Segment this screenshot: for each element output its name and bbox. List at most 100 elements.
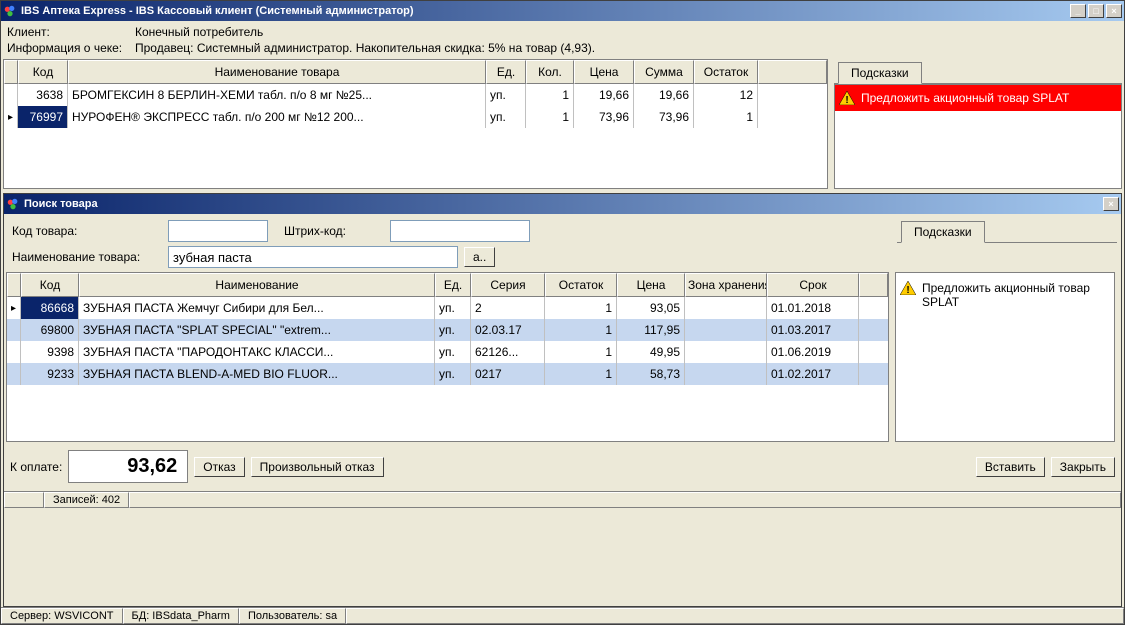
scol-rest[interactable]: Остаток [545, 273, 617, 297]
table-row[interactable]: 9398ЗУБНАЯ ПАСТА "ПАРОДОНТАКС КЛАССИ...у… [7, 341, 888, 363]
cell-rest: 1 [545, 297, 617, 319]
cell-code: 9398 [21, 341, 79, 363]
scol-exp[interactable]: Срок [767, 273, 859, 297]
maximize-button[interactable]: □ [1088, 4, 1104, 18]
cell-price: 19,66 [574, 84, 634, 106]
table-row[interactable]: 69800ЗУБНАЯ ПАСТА "SPLAT SPECIAL" "extre… [7, 319, 888, 341]
barcode-label: Штрих-код: [284, 224, 384, 238]
status-server: Сервер: WSVICONT [1, 608, 123, 624]
scol-indicator [7, 273, 21, 297]
col-qty[interactable]: Кол. [526, 60, 574, 84]
scol-price[interactable]: Цена [617, 273, 685, 297]
cell-sum: 73,96 [634, 106, 694, 128]
insert-button[interactable]: Вставить [976, 457, 1045, 477]
svg-text:!: ! [845, 95, 848, 105]
col-code[interactable]: Код [18, 60, 68, 84]
cell-series: 0217 [471, 363, 545, 385]
cell-name: ЗУБНАЯ ПАСТА Жемчуг Сибири для Бел... [79, 297, 435, 319]
table-row[interactable]: 86668ЗУБНАЯ ПАСТА Жемчуг Сибири для Бел.… [7, 297, 888, 319]
scol-code[interactable]: Код [21, 273, 79, 297]
cell-unit: уп. [435, 363, 471, 385]
search-titlebar[interactable]: Поиск товара × [4, 194, 1121, 214]
cell-zone [685, 297, 767, 319]
scol-series[interactable]: Серия [471, 273, 545, 297]
cell-zone [685, 363, 767, 385]
hint-yellow[interactable]: ! Предложить акционный товар SPLAT [898, 277, 1112, 313]
hints-panel-search: Подсказки [897, 218, 1117, 272]
col-name[interactable]: Наименование товара [68, 60, 486, 84]
row-indicator [7, 297, 21, 319]
col-indicator [4, 60, 18, 84]
col-unit[interactable]: Ед. [486, 60, 526, 84]
cell-name: ЗУБНАЯ ПАСТА "SPLAT SPECIAL" "extrem... [79, 319, 435, 341]
cell-zone [685, 319, 767, 341]
scol-zone[interactable]: Зона хранения [685, 273, 767, 297]
code-input[interactable] [168, 220, 268, 242]
code-label: Код товара: [12, 224, 162, 238]
cell-rest: 1 [545, 319, 617, 341]
cell-name: НУРОФЕН® ЭКСПРЕСС табл. п/о 200 мг №12 2… [68, 106, 486, 128]
col-price[interactable]: Цена [574, 60, 634, 84]
tab-hints[interactable]: Подсказки [838, 62, 922, 84]
cell-unit: уп. [435, 319, 471, 341]
row-indicator [4, 84, 18, 106]
cell-code: 69800 [21, 319, 79, 341]
scol-unit[interactable]: Ед. [435, 273, 471, 297]
cell-price: 58,73 [617, 363, 685, 385]
search-grid[interactable]: Код Наименование Ед. Серия Остаток Цена … [6, 272, 889, 442]
app-icon [3, 4, 17, 18]
a-button[interactable]: а.. [464, 247, 495, 267]
col-rest[interactable]: Остаток [694, 60, 758, 84]
receipt-grid[interactable]: Код Наименование товара Ед. Кол. Цена Су… [3, 59, 828, 189]
hint-yellow-text: Предложить акционный товар SPLAT [922, 281, 1110, 309]
cell-rest: 1 [694, 106, 758, 128]
reject-button[interactable]: Отказ [194, 457, 244, 477]
cell-series: 02.03.17 [471, 319, 545, 341]
cell-qty: 1 [526, 106, 574, 128]
client-value: Конечный потребитель [135, 25, 263, 39]
col-sum[interactable]: Сумма [634, 60, 694, 84]
cell-unit: уп. [435, 297, 471, 319]
col-scroll [758, 60, 827, 84]
cell-code: 9233 [21, 363, 79, 385]
cell-qty: 1 [526, 84, 574, 106]
name-input[interactable] [168, 246, 458, 268]
close-button[interactable]: × [1106, 4, 1122, 18]
cell-unit: уп. [486, 106, 526, 128]
table-row[interactable]: 3638БРОМГЕКСИН 8 БЕРЛИН-ХЕМИ табл. п/о 8… [4, 84, 827, 106]
search-title: Поиск товара [24, 198, 1103, 210]
client-label: Клиент: [7, 25, 135, 39]
hint-red[interactable]: ! Предложить акционный товар SPLAT [835, 85, 1121, 111]
close-search-button[interactable]: Закрыть [1051, 457, 1115, 477]
scol-scroll [859, 273, 888, 297]
cell-unit: уп. [486, 84, 526, 106]
cell-rest: 1 [545, 341, 617, 363]
table-row[interactable]: 9233ЗУБНАЯ ПАСТА BLEND-A-MED BIO FLUOR..… [7, 363, 888, 385]
cell-exp: 01.02.2017 [767, 363, 859, 385]
hint-red-text: Предложить акционный товар SPLAT [861, 91, 1069, 105]
cell-series: 2 [471, 297, 545, 319]
cell-price: 49,95 [617, 341, 685, 363]
cell-exp: 01.06.2019 [767, 341, 859, 363]
records-count: Записей: 402 [44, 492, 129, 508]
warning-icon: ! [839, 91, 855, 105]
cell-exp: 01.01.2018 [767, 297, 859, 319]
status-db: БД: IBSdata_Pharm [123, 608, 239, 624]
receipt-info-label: Информация о чеке: [7, 41, 135, 55]
row-indicator [7, 319, 21, 341]
cell-price: 93,05 [617, 297, 685, 319]
total-value: 93,62 [68, 450, 188, 483]
scol-name[interactable]: Наименование [79, 273, 435, 297]
main-titlebar[interactable]: IBS Аптека Express - IBS Кассовый клиент… [1, 1, 1124, 21]
warning-icon: ! [900, 281, 916, 295]
cell-name: ЗУБНАЯ ПАСТА BLEND-A-MED BIO FLUOR... [79, 363, 435, 385]
cell-sum: 19,66 [634, 84, 694, 106]
search-close-button[interactable]: × [1103, 197, 1119, 211]
tab-hints-search[interactable]: Подсказки [901, 221, 985, 243]
table-row[interactable]: 76997НУРОФЕН® ЭКСПРЕСС табл. п/о 200 мг … [4, 106, 827, 128]
main-title: IBS Аптека Express - IBS Кассовый клиент… [21, 5, 1070, 17]
barcode-input[interactable] [390, 220, 530, 242]
custom-reject-button[interactable]: Произвольный отказ [251, 457, 384, 477]
cell-rest: 12 [694, 84, 758, 106]
minimize-button[interactable]: _ [1070, 4, 1086, 18]
